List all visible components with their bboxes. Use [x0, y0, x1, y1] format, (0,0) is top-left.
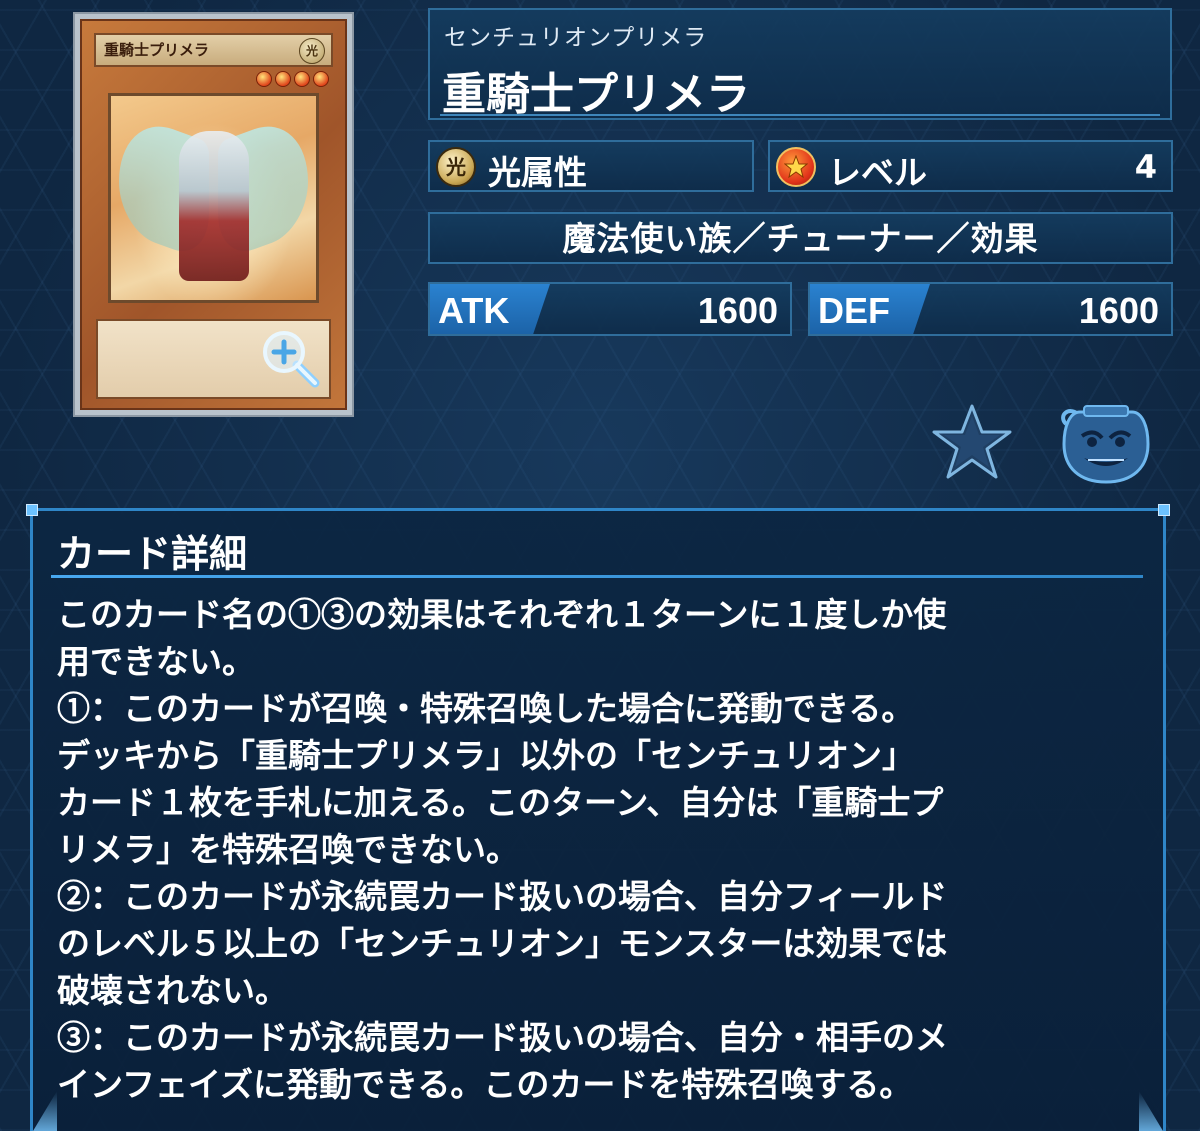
attribute-label: 光属性 [488, 153, 587, 192]
divider [440, 114, 1160, 116]
def-label: DEF [818, 290, 890, 331]
monster-type-line: 魔法使い族／チューナー／効果 [562, 219, 1039, 258]
level-star-icon [313, 71, 329, 87]
zoom-in-icon[interactable] [259, 327, 321, 389]
corner-ornament [26, 504, 38, 516]
card-image-attribute-icon: 光 [299, 38, 325, 64]
level-label: レベル [828, 153, 927, 192]
card-detail-title: カード詳細 [57, 532, 248, 576]
divider [51, 575, 1143, 578]
star-icon [932, 404, 1012, 479]
atk-panel: ATK 1600 [428, 282, 792, 336]
pot-button[interactable] [1058, 402, 1154, 486]
level-star-icon [294, 71, 310, 87]
def-panel: DEF 1600 [808, 282, 1173, 336]
atk-value: 1600 [697, 290, 778, 331]
card-name-panel: センチュリオンプリメラ 重騎士プリメラ [428, 8, 1172, 120]
card-detail-panel: カード詳細 このカード名の①③の効果はそれぞれ１ターンに１度しか使 用できない。… [26, 504, 1170, 1131]
card-name-ruby: センチュリオンプリメラ [444, 25, 708, 51]
level-star-icon [776, 147, 816, 187]
card-image[interactable]: 重騎士プリメラ 光 [73, 12, 354, 417]
def-value: 1600 [1078, 290, 1159, 331]
pot-of-greed-icon [1061, 405, 1150, 484]
atk-label: ATK [438, 290, 510, 331]
level-panel: レベル 4 [768, 140, 1173, 192]
corner-glow [33, 1091, 57, 1131]
level-star-icon [256, 71, 272, 87]
card-image-name-bar: 重騎士プリメラ 光 [94, 33, 333, 67]
card-artwork [108, 93, 319, 303]
level-star-icon [275, 71, 291, 87]
corner-ornament [1158, 504, 1170, 516]
level-value: 4 [1134, 148, 1157, 186]
card-name: 重騎士プリメラ [442, 69, 750, 120]
attribute-panel: 光 光属性 [428, 140, 754, 192]
light-attribute-icon: 光 [436, 147, 476, 187]
card-effect-text: このカード名の①③の効果はそれぞれ１ターンに１度しか使 用できない。 ①：このカ… [57, 595, 948, 1104]
corner-glow [1139, 1091, 1163, 1131]
card-image-level-stars [256, 71, 329, 89]
favorite-button[interactable] [930, 402, 1014, 482]
type-panel: 魔法使い族／チューナー／効果 [428, 212, 1173, 264]
card-image-name: 重騎士プリメラ [104, 41, 210, 59]
